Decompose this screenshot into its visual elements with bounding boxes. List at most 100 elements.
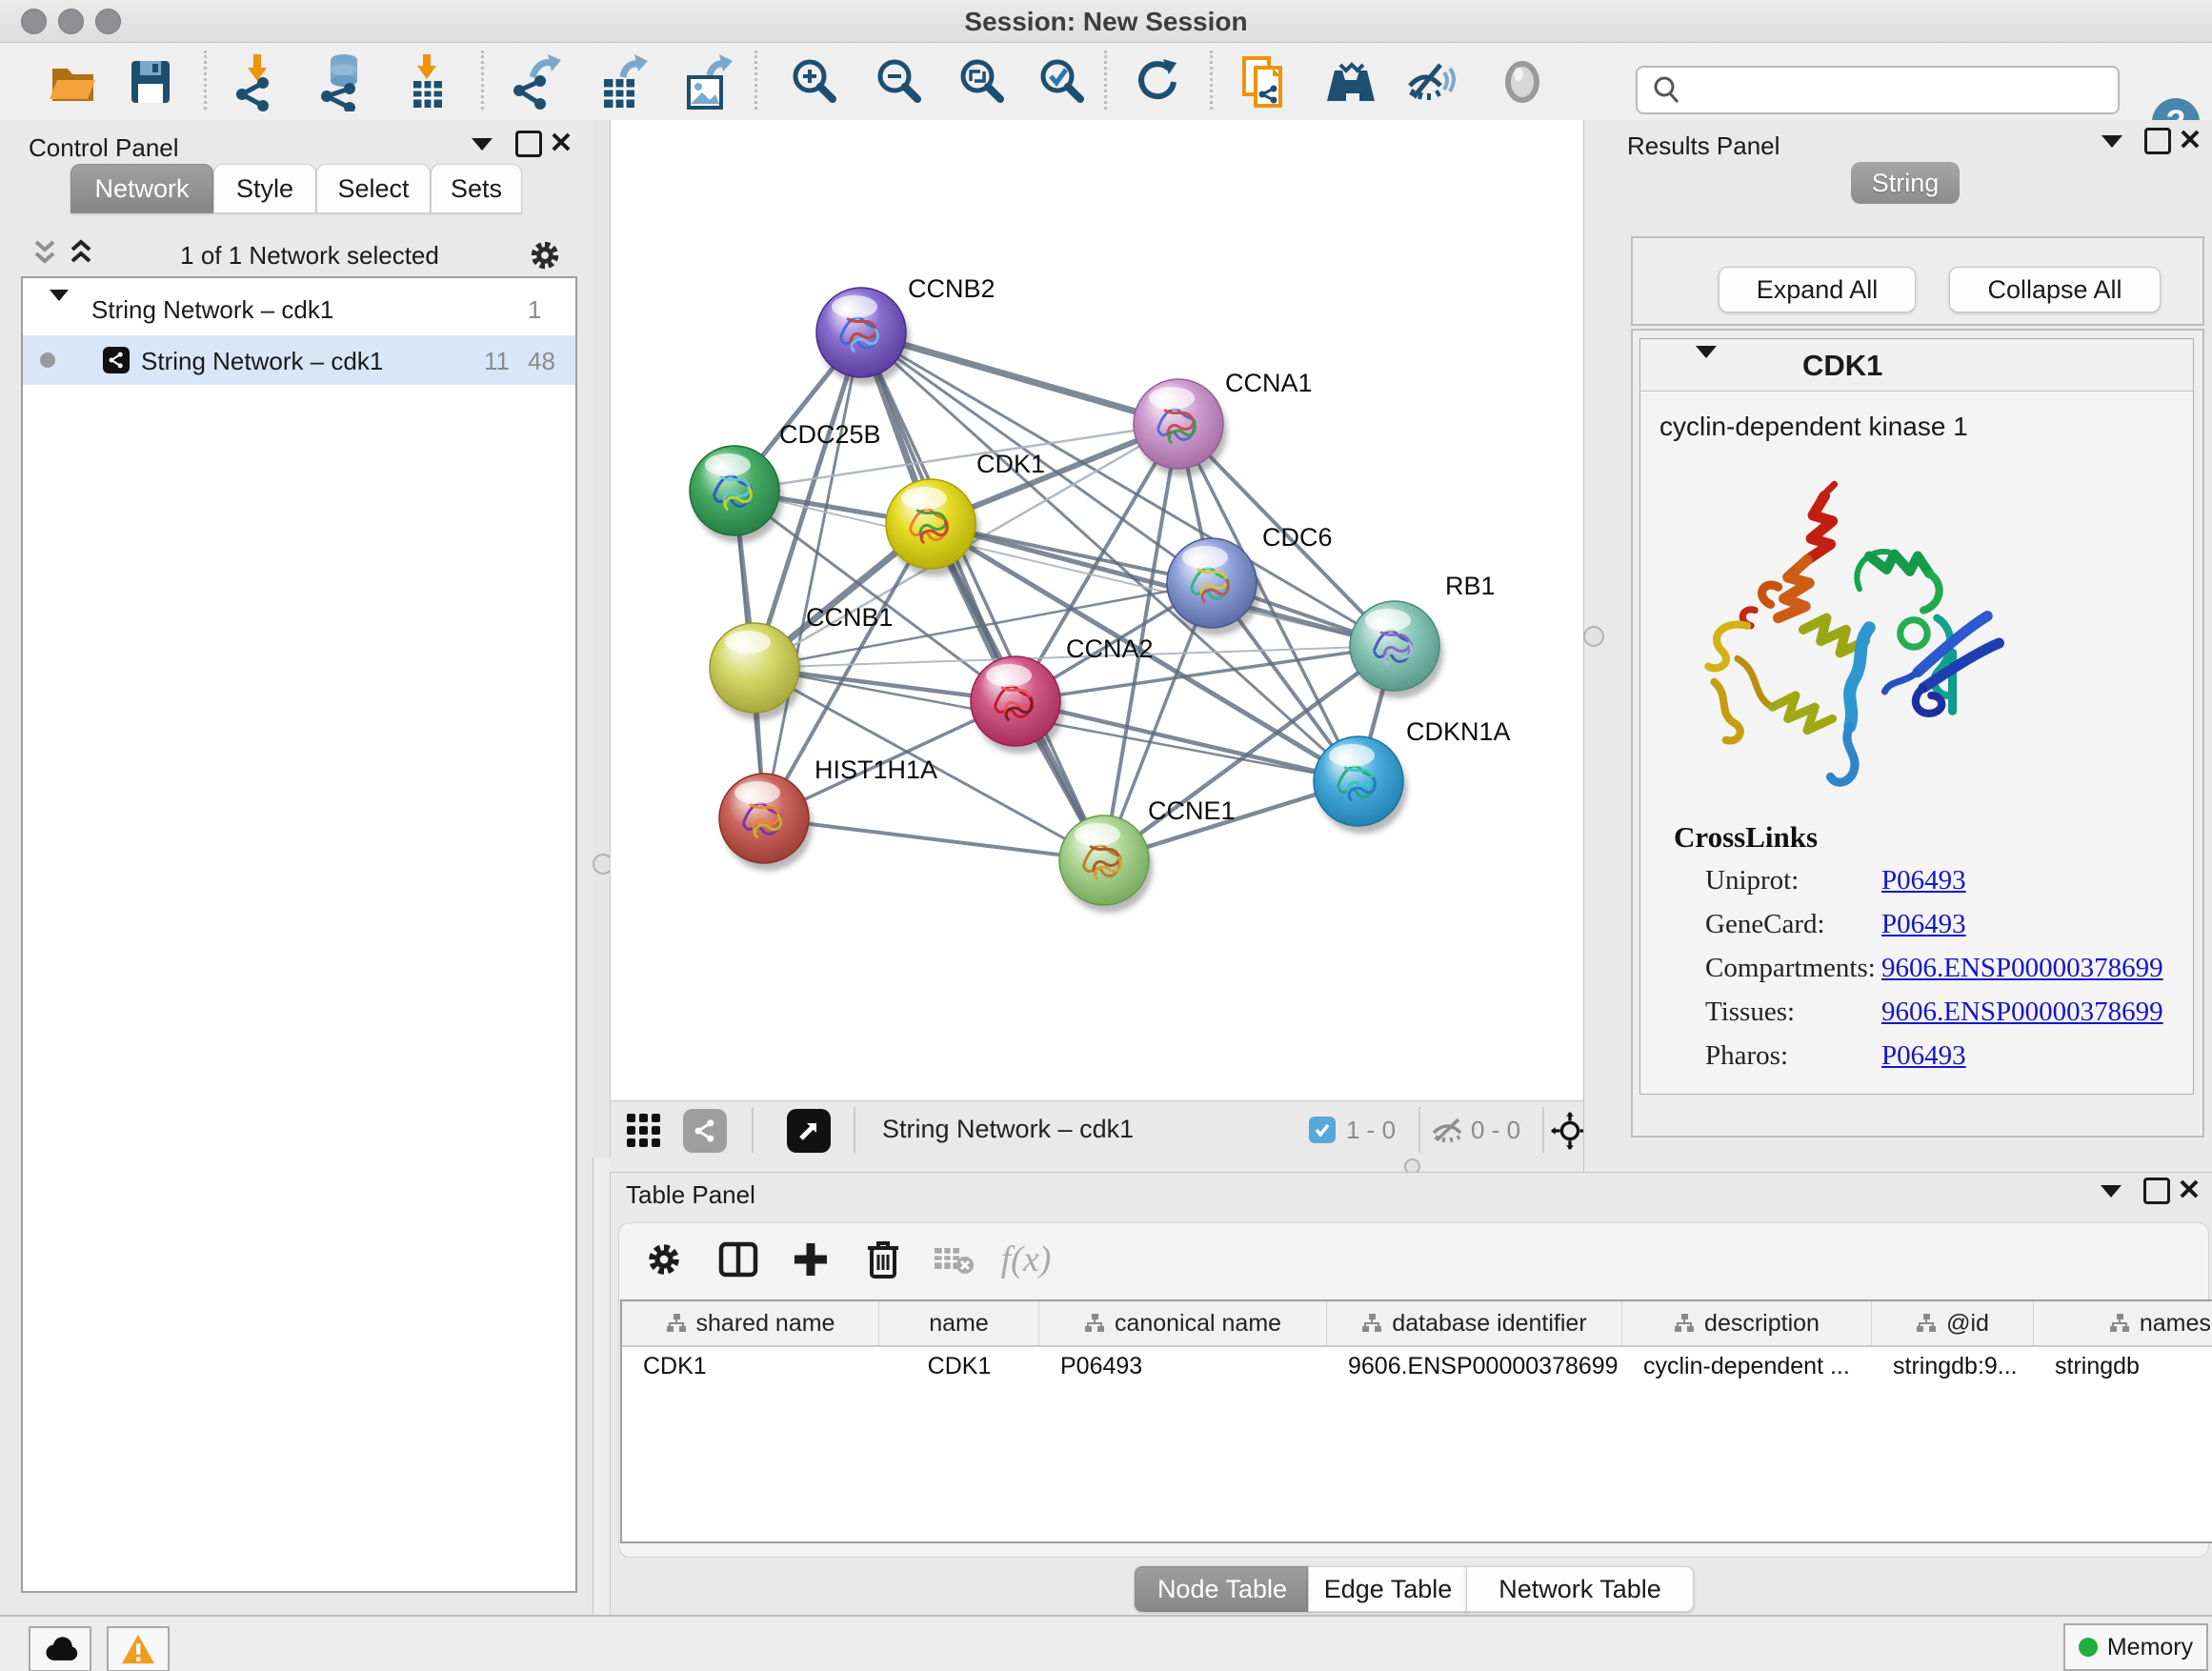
node-HIST1H1A[interactable]: HIST1H1A [719,755,937,871]
crosslink-link[interactable]: 9606.ENSP00000378699 [1881,997,2163,1040]
tab-node-table[interactable]: Node Table [1135,1566,1310,1612]
table-cell[interactable]: CDK1 [622,1347,879,1385]
node-CDC6[interactable]: CDC6 [1167,523,1333,635]
column-header-namespace[interactable]: namespace [2034,1301,2212,1345]
delete-column-button[interactable] [856,1233,910,1286]
network-view-canvas[interactable]: CCNB2CCNA1CDC25BCDK1CDC6RB1CCNB1CCNA2CDK… [610,120,1585,1100]
node-CCNB2[interactable]: CCNB2 [816,274,995,385]
right-splitter-handle[interactable] [1583,626,1604,647]
table-cell[interactable]: cyclin-dependent ... [1622,1347,1872,1385]
table-panel-float-button[interactable] [2141,1177,2173,1205]
tab-edge-table[interactable]: Edge Table [1308,1566,1468,1612]
network-options-button[interactable] [527,237,563,273]
apply-layout-button[interactable] [1124,52,1191,111]
node-CDKN1A[interactable]: CDKN1A [1314,717,1511,834]
collapse-all-button[interactable]: Collapse All [1949,267,2161,312]
create-column-button[interactable] [784,1233,837,1286]
clone-network-button[interactable] [1231,52,1297,111]
node-CDC25B[interactable]: CDC25B [690,420,881,543]
toolbar-separator [204,50,207,110]
network-selection-status: 1 of 1 Network selected [124,241,495,271]
table-panel-close-button[interactable]: ✕ [2173,1177,2205,1205]
show-columns-button[interactable] [712,1233,765,1286]
import-network-from-database-button[interactable] [310,52,376,111]
expand-all-button[interactable]: Expand All [1719,267,1916,312]
search-input[interactable] [1683,71,2118,110]
open-session-button[interactable] [39,52,106,111]
show-appearance-button[interactable] [1489,52,1556,111]
network-row-selected[interactable]: String Network – cdk1 11 48 [23,335,575,385]
node-CCNA1[interactable]: CCNA1 [1134,369,1313,476]
function-builder-button[interactable]: f(x) [999,1233,1053,1286]
network-state-dot [40,352,55,368]
results-tab-string[interactable]: String [1851,162,1960,204]
network-graph: CCNB2CCNA1CDC25BCDK1CDC6RB1CCNB1CCNA2CDK… [611,120,1584,1100]
edge-HIST1H1A-CCNE1[interactable] [764,818,1104,860]
selected-checkbox[interactable] [1309,1117,1336,1143]
crosslink-link[interactable]: 9606.ENSP00000378699 [1881,953,2163,997]
first-neighbors-button[interactable] [1317,52,1384,111]
crosslink-link[interactable]: P06493 [1881,1040,1966,1084]
import-network-button[interactable] [224,52,291,111]
tab-style[interactable]: Style [213,164,316,213]
table-cell[interactable]: CDK1 [879,1347,1039,1385]
tab-network-table[interactable]: Network Table [1466,1566,1694,1612]
zoom-in-button[interactable] [780,52,847,111]
table-cell[interactable]: stringdb [2034,1347,2212,1385]
show-grid-button[interactable] [622,1109,666,1153]
table-options-button[interactable] [637,1233,691,1286]
network-overview-button[interactable] [683,1109,727,1153]
delete-table-button[interactable] [927,1233,980,1286]
protein-card-header[interactable]: CDK1 [1640,339,2193,392]
node-table: shared namenamecanonical namedatabase id… [620,1299,2212,1543]
zoom-fit-button[interactable] [948,52,1015,111]
column-header-name[interactable]: name [879,1301,1039,1345]
column-header-canonical-name[interactable]: canonical name [1039,1301,1327,1345]
hide-selected-button[interactable] [1397,52,1463,111]
protein-expand-arrow[interactable] [1696,358,1717,375]
crosslink-link[interactable]: P06493 [1881,909,1966,953]
results-panel-menu-button[interactable] [2096,127,2128,155]
import-table-button[interactable] [393,52,460,111]
table-cell[interactable]: P06493 [1039,1347,1327,1385]
expand-collapse-box: Expand All Collapse All [1631,236,2204,326]
warning-status-button[interactable] [107,1626,170,1671]
control-panel-menu-button[interactable] [466,130,498,158]
crosslink-row: Pharos:P06493 [1705,1040,2172,1084]
table-cell[interactable]: 9606.ENSP00000378699 [1327,1347,1622,1385]
horizontal-splitter[interactable] [610,1158,1583,1172]
column-header--id[interactable]: @id [1872,1301,2034,1345]
cloud-status-button[interactable] [29,1626,91,1671]
tab-network[interactable]: Network [70,164,213,213]
results-panel-float-button[interactable] [2142,127,2174,155]
collapse-all-networks-button[interactable] [29,236,63,271]
results-panel-close-button[interactable]: ✕ [2174,127,2206,155]
zoom-selected-button[interactable] [1028,52,1095,111]
network-collection-row[interactable]: String Network – cdk1 1 [23,286,575,335]
export-network-button[interactable] [503,52,570,111]
column-header-shared-name[interactable]: shared name [622,1301,879,1345]
expand-all-networks-button[interactable] [65,236,99,271]
node-RB1[interactable]: RB1 [1350,572,1496,698]
table-row[interactable]: CDK1CDK1P064939606.ENSP00000378699cyclin… [622,1347,2212,1385]
zoom-out-button[interactable] [865,52,932,111]
control-panel-float-button[interactable] [513,130,545,158]
export-table-button[interactable] [588,52,654,111]
collection-expand-arrow[interactable] [50,301,69,331]
column-header-database-identifier[interactable]: database identifier [1327,1301,1622,1345]
save-session-button[interactable] [117,52,184,111]
export-image-button[interactable] [673,52,739,111]
table-cell[interactable]: stringdb:9... [1872,1347,2034,1385]
tab-sets[interactable]: Sets [431,164,522,213]
crosslink-link[interactable]: P06493 [1881,865,1966,909]
memory-button[interactable]: Memory [2063,1623,2208,1671]
node-CCNE1[interactable]: CCNE1 [1059,796,1236,913]
column-header-description[interactable]: description [1622,1301,1872,1345]
birdseye-view-button[interactable] [787,1109,831,1153]
node-CCNB1[interactable]: CCNB1 [710,603,894,720]
left-splitter[interactable] [593,120,610,1158]
control-panel-close-button[interactable]: ✕ [545,130,577,158]
node-label-CDKN1A: CDKN1A [1406,717,1511,746]
table-panel-menu-button[interactable] [2095,1177,2127,1205]
tab-select[interactable]: Select [316,164,431,213]
